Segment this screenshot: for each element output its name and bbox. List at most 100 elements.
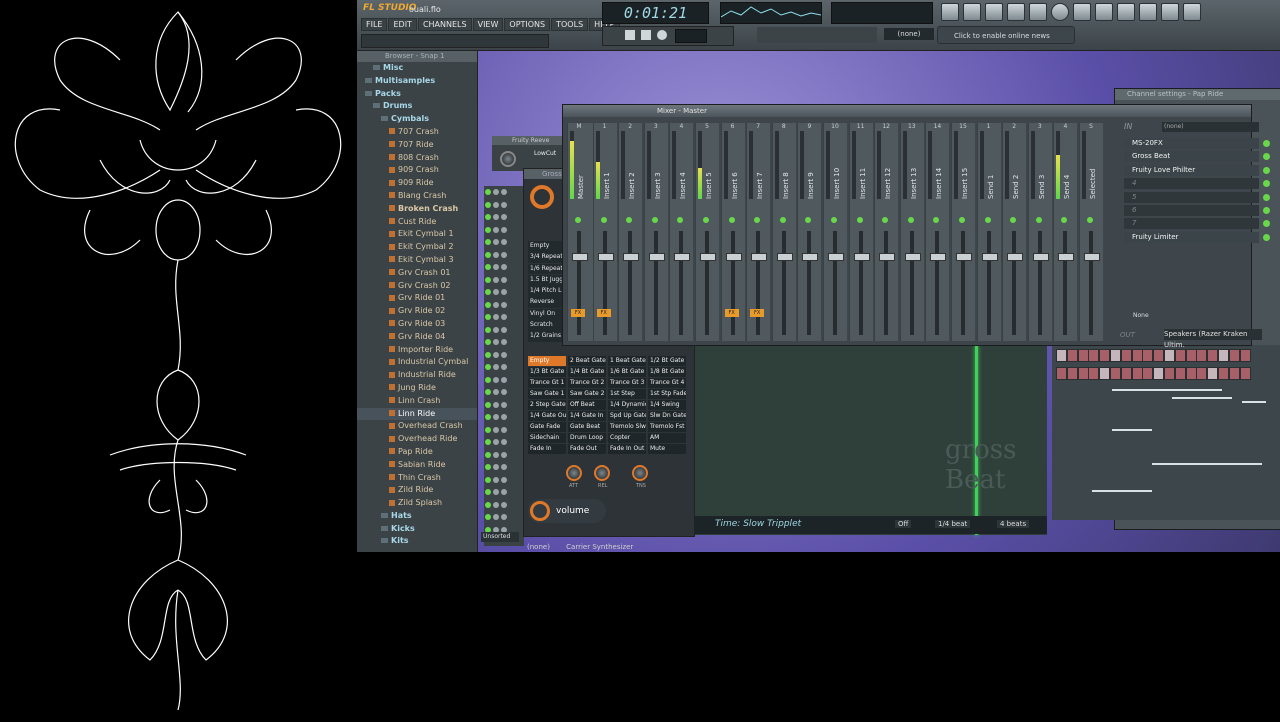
mixer-track-track[interactable]: 4 Insert 4: [669, 123, 694, 341]
channel-led[interactable]: [493, 214, 499, 220]
channel-led[interactable]: [485, 214, 491, 220]
channel-led[interactable]: [501, 451, 507, 458]
browser-sample[interactable]: Pap Ride: [357, 446, 477, 459]
channel-led[interactable]: [501, 514, 507, 520]
step-pad[interactable]: [1207, 367, 1219, 380]
fader-handle[interactable]: [725, 253, 742, 261]
browser-sample[interactable]: Jung Ride: [357, 382, 477, 395]
channel-led[interactable]: [501, 426, 507, 433]
channel-led[interactable]: [493, 201, 499, 208]
browser-folder[interactable]: Packs: [357, 88, 477, 101]
browser-sample[interactable]: Grv Ride 04: [357, 331, 477, 344]
record-button[interactable]: [657, 30, 667, 40]
track-enable-led[interactable]: [984, 217, 991, 223]
volume-preset[interactable]: 1/6 Bt Gate: [608, 367, 646, 377]
channel-led[interactable]: [485, 401, 491, 408]
channel-led[interactable]: [485, 464, 491, 470]
mixer-output-selector[interactable]: Speakers (Razer Kraken Ultim.: [1164, 329, 1262, 349]
step-pad[interactable]: [1207, 349, 1219, 362]
browser-sample[interactable]: Grv Crash 01: [357, 267, 477, 280]
step-pad[interactable]: [1110, 367, 1121, 380]
fader-handle[interactable]: [623, 253, 640, 261]
volume-preset[interactable]: Trance Gt 2: [568, 378, 606, 388]
volume-fader[interactable]: [1063, 231, 1068, 335]
channel-led[interactable]: [485, 414, 491, 420]
fader-handle[interactable]: [930, 253, 947, 261]
volume-preset[interactable]: Trance Gt 1: [528, 378, 566, 388]
tension-knob[interactable]: [632, 465, 648, 481]
channel-led[interactable]: [493, 514, 499, 520]
channel-led[interactable]: [501, 339, 507, 345]
channel-led[interactable]: [501, 439, 507, 445]
effect-slot[interactable]: 6: [1124, 204, 1270, 216]
fader-handle[interactable]: [853, 253, 870, 261]
channel-led[interactable]: [493, 364, 499, 370]
volume-preset[interactable]: 1 Beat Gate: [608, 356, 646, 366]
volume-preset[interactable]: 1st Step: [608, 389, 646, 399]
piano-roll-note[interactable]: [1112, 429, 1152, 431]
volume-preset[interactable]: Fade In Out: [608, 444, 646, 454]
step-pad[interactable]: [1131, 349, 1143, 362]
slot-enable-led[interactable]: [1263, 140, 1270, 147]
playlist-icon[interactable]: [941, 3, 959, 21]
step-pad[interactable]: [1110, 349, 1121, 362]
tools-icon[interactable]: [1117, 3, 1135, 21]
fader-handle[interactable]: [981, 253, 998, 261]
mixer-track-track[interactable]: 14 Insert 14: [925, 123, 950, 341]
channel-led[interactable]: [485, 476, 491, 483]
channel-led[interactable]: [485, 301, 491, 308]
channel-led[interactable]: [501, 189, 507, 195]
mixer-track-track[interactable]: 11 Insert 11: [848, 123, 873, 341]
track-enable-led[interactable]: [933, 217, 940, 223]
channel-led[interactable]: [493, 251, 499, 258]
help-icon[interactable]: [1183, 3, 1201, 21]
step-pad[interactable]: [1185, 367, 1197, 380]
volume-fader[interactable]: [986, 231, 991, 335]
cpu-icon[interactable]: [1051, 3, 1069, 21]
channel-led[interactable]: [493, 239, 499, 245]
track-enable-led[interactable]: [626, 217, 633, 223]
volume-fader[interactable]: [756, 231, 761, 335]
step-pad[interactable]: [1056, 367, 1067, 380]
browser-sample[interactable]: Overhead Ride: [357, 433, 477, 446]
step-pad[interactable]: [1066, 367, 1078, 380]
browser-sample[interactable]: Linn Ride: [357, 407, 477, 421]
volume-preset[interactable]: 1/2 Bt Gate: [648, 356, 686, 366]
volume-preset[interactable]: Tremolo Slw: [608, 422, 646, 432]
mixer-track-track[interactable]: 13 Insert 13: [899, 123, 924, 341]
channel-led[interactable]: [485, 451, 491, 458]
mixer-track-track[interactable]: 8 Insert 8: [771, 123, 796, 341]
attack-knob[interactable]: [566, 465, 582, 481]
step-pad[interactable]: [1218, 367, 1229, 380]
volume-fader[interactable]: [602, 231, 607, 335]
step-pad[interactable]: [1153, 367, 1165, 380]
channel-led[interactable]: [501, 476, 507, 483]
volume-fader[interactable]: [653, 231, 658, 335]
gross-beat-envelope-editor[interactable]: gross Beat: [695, 345, 1047, 535]
bottom-channel-value[interactable]: (none): [527, 543, 550, 551]
channel-led[interactable]: [501, 401, 507, 408]
channel-led[interactable]: [493, 476, 499, 483]
browser-sample[interactable]: Ekit Cymbal 1: [357, 228, 477, 241]
browser-sample[interactable]: Zild Splash: [357, 497, 477, 510]
volume-fader[interactable]: [679, 231, 684, 335]
browser-sample[interactable]: Overhead Crash: [357, 420, 477, 433]
channel-led[interactable]: [485, 364, 491, 370]
channel-led[interactable]: [493, 451, 499, 458]
channel-led[interactable]: [485, 389, 491, 395]
plugin-picker-icon[interactable]: [1073, 3, 1091, 21]
slot-enable-led[interactable]: [1263, 233, 1270, 241]
browser-sample[interactable]: Importer Ride: [357, 344, 477, 357]
time-preset[interactable]: Empty: [528, 241, 566, 252]
volume-preset[interactable]: Fade In: [528, 444, 566, 454]
step-pad[interactable]: [1142, 367, 1154, 380]
stop-button[interactable]: [641, 30, 651, 40]
volume-preset[interactable]: Trance Gt 4: [648, 378, 686, 388]
time-preset[interactable]: 1/2 Grains: [528, 331, 566, 343]
menu-channels[interactable]: CHANNELS: [417, 18, 472, 31]
channel-led[interactable]: [501, 314, 507, 320]
browser-folder[interactable]: Drums: [357, 100, 477, 113]
volume-preset[interactable]: 1/4 Gate In: [568, 411, 606, 421]
step-pad[interactable]: [1153, 349, 1165, 362]
piano-roll-icon[interactable]: [985, 3, 1003, 21]
